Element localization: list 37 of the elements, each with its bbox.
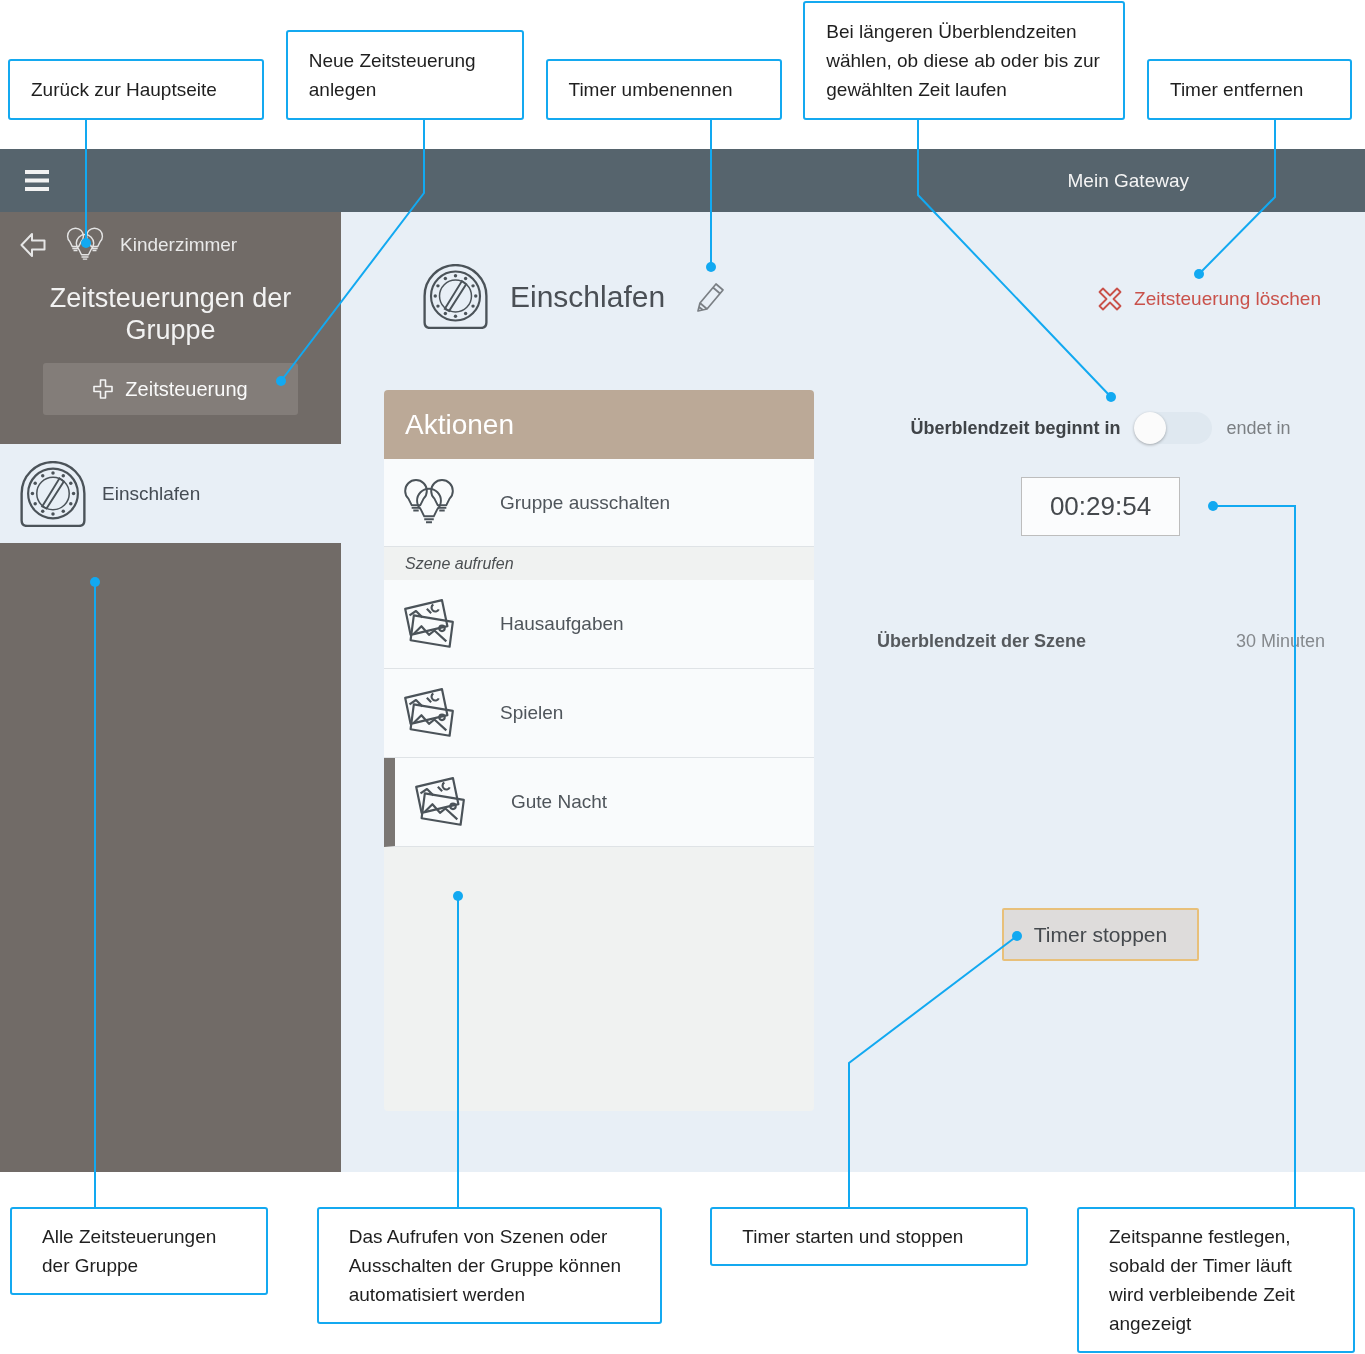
delete-schedule-link[interactable]: Zeitsteuerung löschen	[1098, 286, 1321, 311]
callout: Zeitspanne festlegen, sobald der Timer läuft wird verbleibende Zeit angezeigt	[1076, 1207, 1355, 1353]
callout: Das Aufrufen von Szenen oder Ausschalten der Gruppe können automatisiert werden	[316, 1207, 662, 1324]
callout: Neue Zeitsteuerung anlegen	[285, 30, 524, 120]
callout: Bei längeren Überblendzeiten wählen, ob diese ab oder bis zur gewählten Zeit laufen	[803, 1, 1126, 120]
time-field[interactable]: 00:29:54	[1021, 477, 1180, 536]
close-icon	[1098, 286, 1123, 311]
callout: Alle Zeitsteuerungen der Gruppe	[10, 1207, 268, 1295]
callout: Timer entfernen	[1147, 59, 1352, 120]
toggle-switch[interactable]	[1134, 412, 1213, 444]
scene-item[interactable]: Hausaufgaben	[384, 580, 814, 669]
sidebar-heading: Zeitsteuerungen der Gruppe	[48, 282, 293, 346]
add-schedule-button[interactable]: Zeitsteuerung	[43, 363, 298, 415]
action-item[interactable]: Gruppe ausschalten	[384, 459, 814, 547]
back-arrow-icon[interactable]	[20, 232, 46, 258]
callout: Timer starten und stoppen	[710, 1207, 1029, 1266]
menu-icon[interactable]	[25, 170, 49, 191]
pictures-icon	[414, 776, 466, 828]
plus-icon	[93, 379, 114, 399]
callout: Zurück zur Hauptseite	[8, 59, 264, 120]
schedule-title: Einschlafen	[510, 279, 666, 314]
stop-timer-button[interactable]: Timer stoppen	[1001, 908, 1200, 961]
toggle-label: endet in	[1226, 417, 1291, 439]
pencil-icon[interactable]	[695, 280, 726, 313]
scene-item[interactable]: Spielen	[384, 669, 814, 758]
timer-icon	[423, 264, 488, 329]
timer-icon	[20, 460, 86, 527]
panel-header: Aktionen	[384, 390, 814, 459]
callout: Timer umbenennen	[545, 59, 782, 120]
gateway-title: Mein Gateway	[1067, 169, 1189, 192]
scene-item[interactable]: Gute Nacht	[384, 758, 814, 847]
sidebar-item[interactable]: Einschlafen	[0, 444, 341, 543]
fade-time-label: Überblendzeit der Szene	[877, 631, 1087, 652]
pictures-icon	[403, 598, 455, 650]
group-name: Kinderzimmer	[120, 234, 238, 256]
toggle-label: Überblendzeit beginnt in	[910, 417, 1121, 439]
pictures-icon	[403, 687, 455, 739]
